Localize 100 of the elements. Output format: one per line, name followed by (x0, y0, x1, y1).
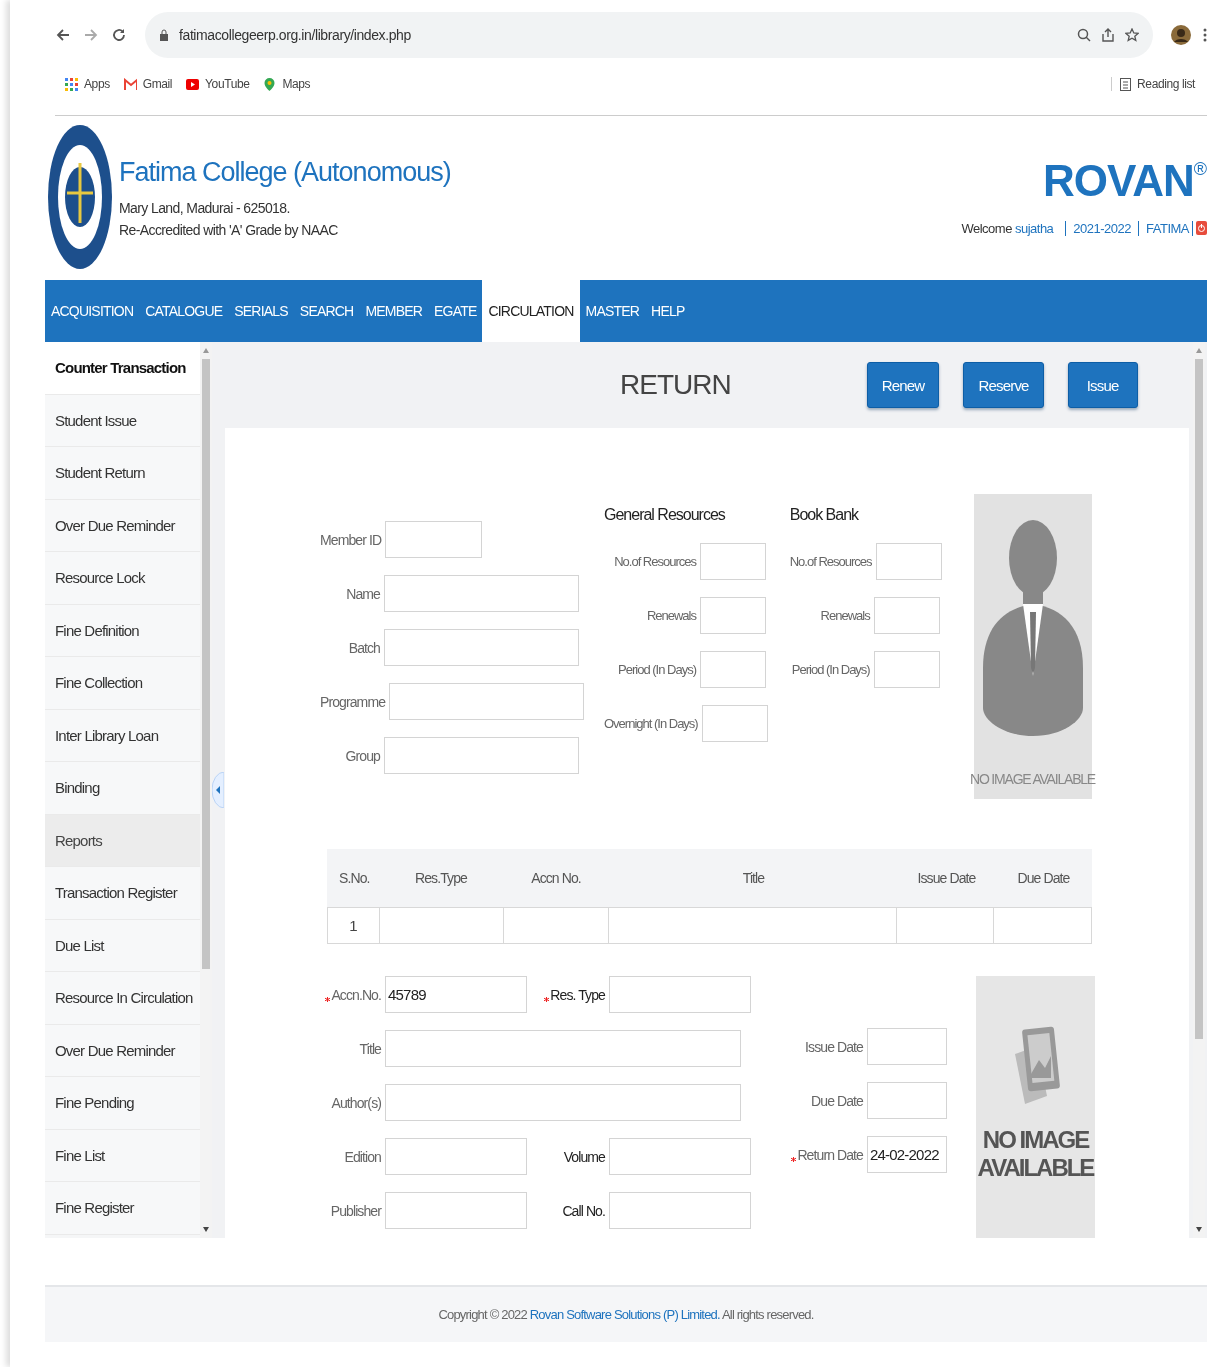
address-bar[interactable]: fatimacollegeerp.org.in/library/index.php (145, 12, 1153, 58)
input-field[interactable] (385, 1138, 527, 1175)
page-title: RETURN (620, 369, 731, 401)
field-label: Period (In Days) (617, 662, 696, 677)
map-pin-icon (263, 77, 277, 91)
profile-avatar-icon[interactable] (1171, 25, 1191, 45)
input-field[interactable] (385, 1030, 741, 1067)
bookmark[interactable]: Apps (65, 77, 110, 91)
nav-tab[interactable]: ACQUISITION (45, 280, 140, 342)
menu-icon[interactable] (1203, 27, 1207, 43)
nav-tab[interactable]: EGATE (428, 280, 483, 342)
bookmark[interactable]: YouTube (186, 77, 250, 91)
input-field[interactable] (384, 737, 579, 774)
share-icon[interactable] (1101, 28, 1115, 42)
reading-list-button[interactable]: Reading list (1111, 77, 1195, 91)
field-label: Due Date (810, 1092, 863, 1109)
field-label: Accn.No. (325, 986, 381, 1003)
input-field[interactable] (609, 976, 751, 1013)
input-field[interactable] (609, 1138, 751, 1175)
input-field[interactable]: 24-02-2022 (867, 1136, 947, 1173)
field-label: Edition (343, 1148, 381, 1165)
sidebar-section-header[interactable]: Counter Transaction (45, 342, 200, 395)
field-label: Volume (562, 1148, 605, 1165)
play-icon (186, 77, 200, 91)
image-caption: NO IMAGE AVAILABLE (976, 1126, 1095, 1182)
input-field[interactable] (609, 1192, 751, 1229)
input-field[interactable] (385, 1084, 741, 1121)
welcome-text: Welcome (961, 220, 1012, 236)
logout-icon[interactable] (1196, 221, 1207, 235)
field-label: Programme (320, 693, 386, 710)
field-label: Overnight (In Days) (604, 716, 698, 731)
field-label: Publisher (329, 1202, 381, 1219)
forward-icon[interactable] (83, 27, 99, 43)
header-link[interactable]: 2021-2022 (1065, 220, 1138, 236)
field-label: Renewals (645, 608, 696, 623)
field-label: Renewals (819, 608, 870, 623)
column-header: Issue Date (916, 870, 977, 886)
nav-tab[interactable]: HELP (645, 280, 691, 342)
nav-tab[interactable]: MEMBER (359, 280, 429, 342)
college-address: Mary Land, Madurai - 625018. (119, 199, 291, 216)
accreditation-text: Re-Accredited with 'A' Grade by NAAC (119, 221, 339, 238)
input-field[interactable] (700, 651, 766, 688)
list-icon (1120, 77, 1132, 91)
input-field[interactable] (873, 597, 940, 634)
input-field[interactable] (701, 705, 768, 742)
envelope-m-icon (123, 77, 137, 91)
action-button[interactable]: Renew (866, 362, 940, 408)
url-text: fatimacollegeerp.org.in/library/index.php (179, 27, 411, 43)
lock-icon (159, 29, 169, 41)
scrollbar[interactable] (200, 342, 212, 1238)
input-field[interactable] (875, 543, 942, 580)
nav-tab[interactable]: CATALOGUE (139, 280, 229, 342)
zoom-icon[interactable] (1077, 28, 1091, 42)
field-label: Issue Date (804, 1038, 863, 1055)
header-link[interactable]: FATIMA (1138, 220, 1193, 236)
input-field[interactable] (389, 683, 585, 720)
college-name: Fatima College (Autonomous) (119, 156, 451, 188)
field-label: Call No. (561, 1202, 605, 1219)
section-heading: General Resources (604, 506, 726, 525)
nav-tab[interactable]: MASTER (579, 280, 646, 342)
registered-mark: ® (1193, 158, 1207, 179)
collapse-toggle-icon[interactable] (212, 772, 224, 808)
user-link[interactable]: sujatha (1014, 220, 1054, 236)
back-icon[interactable] (55, 27, 71, 43)
input-field[interactable] (867, 1028, 947, 1065)
field-label: Author(s) (330, 1094, 381, 1111)
column-header: Title (741, 870, 766, 886)
field-label: No.of Resources (613, 554, 696, 569)
action-button[interactable]: Issue (1067, 362, 1138, 408)
input-field[interactable]: 45789 (385, 976, 527, 1013)
nav-tab[interactable]: SEARCH (293, 280, 360, 342)
company-link[interactable]: Rovan Software Solutions (P) Limited. (529, 1307, 720, 1322)
photo-caption: NO IMAGE AVAILABLE (970, 771, 1095, 787)
field-label: Title (358, 1040, 381, 1057)
column-header: Accn No. (530, 870, 582, 886)
input-field[interactable] (384, 575, 579, 612)
bookmark[interactable]: Maps (263, 77, 311, 91)
nav-tab[interactable]: SERIALS (228, 280, 294, 342)
reload-icon[interactable] (111, 27, 127, 43)
column-header: Res.Type (414, 870, 468, 886)
input-field[interactable] (385, 1192, 527, 1229)
star-icon[interactable] (1125, 28, 1139, 42)
apps-grid-icon (65, 77, 78, 91)
sidebar-section-header[interactable]: Reports (45, 814, 200, 867)
action-button[interactable]: Reserve (963, 362, 1044, 408)
input-field[interactable] (385, 521, 483, 558)
input-field[interactable] (700, 597, 766, 634)
field-label: Group (344, 747, 380, 764)
column-header: S.No. (338, 870, 371, 886)
input-field[interactable] (867, 1082, 947, 1119)
input-field[interactable] (384, 629, 579, 666)
column-header: Due Date (1016, 870, 1071, 886)
field-label: Name (345, 585, 380, 602)
brand-name: ROVAN (1043, 158, 1194, 203)
bookmark[interactable]: Gmail (123, 77, 173, 91)
field-label: Period (In Days) (790, 662, 870, 677)
input-field[interactable] (873, 651, 940, 688)
section-heading: Book Bank (789, 506, 860, 525)
nav-tab[interactable]: CIRCULATION (482, 280, 580, 342)
input-field[interactable] (700, 543, 766, 580)
